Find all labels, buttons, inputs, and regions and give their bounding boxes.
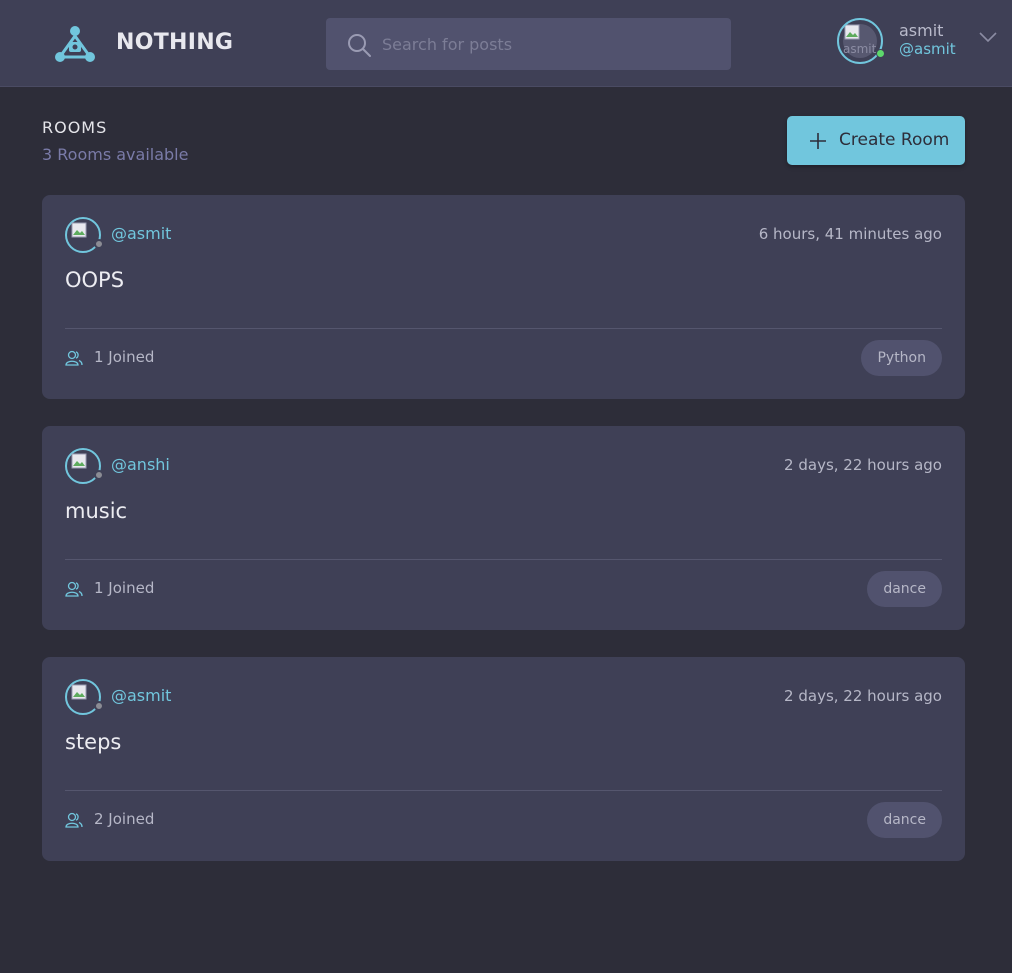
broken-image-icon (844, 24, 860, 40)
avatar-alt-text: asmit (843, 42, 877, 56)
room-author-link[interactable]: @asmit (111, 686, 171, 705)
room-timestamp: 6 hours, 41 minutes ago (758, 225, 942, 243)
create-room-button[interactable]: Create Room (787, 116, 965, 165)
topic-tag[interactable]: dance (867, 802, 942, 838)
author-status-dot (94, 239, 104, 249)
users-icon (65, 350, 83, 366)
search-icon (348, 34, 371, 57)
brand-name[interactable]: NOTHING (116, 30, 233, 55)
room-author-link[interactable]: @anshi (111, 455, 170, 474)
rooms-heading: ROOMS (42, 118, 108, 137)
room-card: @asmit 2 days, 22 hours ago steps 2 Join… (42, 657, 965, 861)
room-card: @anshi 2 days, 22 hours ago music 1 Join… (42, 426, 965, 630)
user-name[interactable]: asmit (899, 21, 943, 40)
card-divider (65, 790, 942, 791)
author-status-dot (94, 701, 104, 711)
joined-count: 1 Joined (94, 579, 155, 597)
top-header: NOTHING asmit asmit @asmit (0, 0, 1012, 87)
broken-image-icon (71, 222, 87, 238)
online-status-dot (876, 49, 885, 58)
card-divider (65, 328, 942, 329)
user-handle[interactable]: @asmit (899, 40, 956, 58)
broken-image-icon (71, 453, 87, 469)
user-avatar[interactable]: asmit (837, 18, 883, 64)
room-author-link[interactable]: @asmit (111, 224, 171, 243)
joined-count: 1 Joined (94, 348, 155, 366)
topic-tag[interactable]: dance (867, 571, 942, 607)
joined-count: 2 Joined (94, 810, 155, 828)
users-icon (65, 812, 83, 828)
room-timestamp: 2 days, 22 hours ago (784, 687, 942, 705)
users-icon (65, 581, 83, 597)
search-input[interactable] (382, 18, 712, 70)
broken-image-icon (71, 684, 87, 700)
author-status-dot (94, 470, 104, 480)
plus-icon (810, 133, 826, 149)
search-box[interactable] (326, 18, 731, 70)
chevron-down-icon[interactable] (978, 30, 998, 44)
topic-tag[interactable]: Python (861, 340, 942, 376)
room-title-link[interactable]: steps (65, 730, 121, 754)
room-timestamp: 2 days, 22 hours ago (784, 456, 942, 474)
create-room-label: Create Room (839, 130, 950, 150)
room-title-link[interactable]: OOPS (65, 268, 124, 292)
room-card: @asmit 6 hours, 41 minutes ago OOPS 1 Jo… (42, 195, 965, 399)
room-title-link[interactable]: music (65, 499, 127, 523)
card-divider (65, 559, 942, 560)
logo-icon[interactable] (54, 24, 96, 64)
rooms-count: 3 Rooms available (42, 145, 189, 164)
